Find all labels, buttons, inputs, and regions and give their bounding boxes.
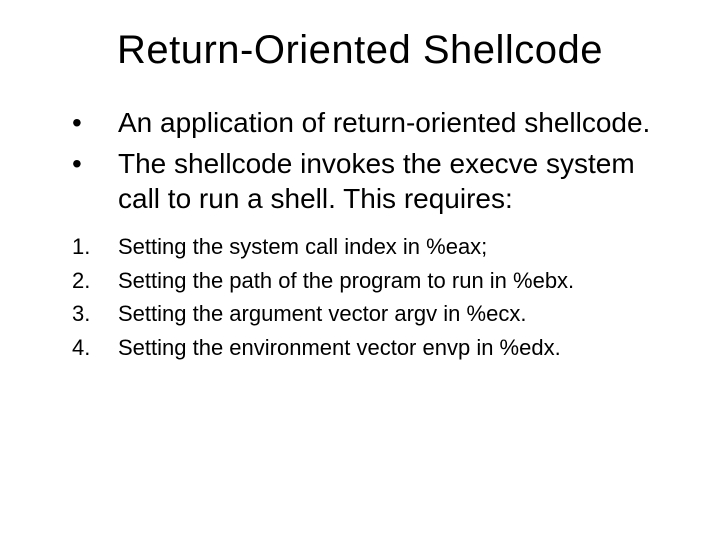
numbered-item: 4. Setting the environment vector envp i… (72, 333, 670, 363)
numbered-marker: 3. (72, 299, 118, 329)
bullet-list: • An application of return-oriented shel… (50, 105, 670, 216)
bullet-item: • An application of return-oriented shel… (72, 105, 670, 140)
bullet-item: • The shellcode invokes the execve syste… (72, 146, 670, 216)
slide: Return-Oriented Shellcode • An applicati… (0, 0, 720, 540)
numbered-item: 2. Setting the path of the program to ru… (72, 266, 670, 296)
bullet-text: The shellcode invokes the execve system … (118, 146, 670, 216)
bullet-marker: • (72, 105, 118, 140)
slide-title: Return-Oriented Shellcode (50, 28, 670, 73)
bullet-text: An application of return-oriented shellc… (118, 105, 650, 140)
numbered-marker: 2. (72, 266, 118, 296)
numbered-text: Setting the system call index in %eax; (118, 232, 487, 262)
numbered-item: 3. Setting the argument vector argv in %… (72, 299, 670, 329)
bullet-marker: • (72, 146, 118, 181)
numbered-text: Setting the argument vector argv in %ecx… (118, 299, 526, 329)
numbered-list: 1. Setting the system call index in %eax… (50, 232, 670, 363)
numbered-marker: 1. (72, 232, 118, 262)
numbered-text: Setting the path of the program to run i… (118, 266, 574, 296)
numbered-marker: 4. (72, 333, 118, 363)
numbered-item: 1. Setting the system call index in %eax… (72, 232, 670, 262)
numbered-text: Setting the environment vector envp in %… (118, 333, 561, 363)
